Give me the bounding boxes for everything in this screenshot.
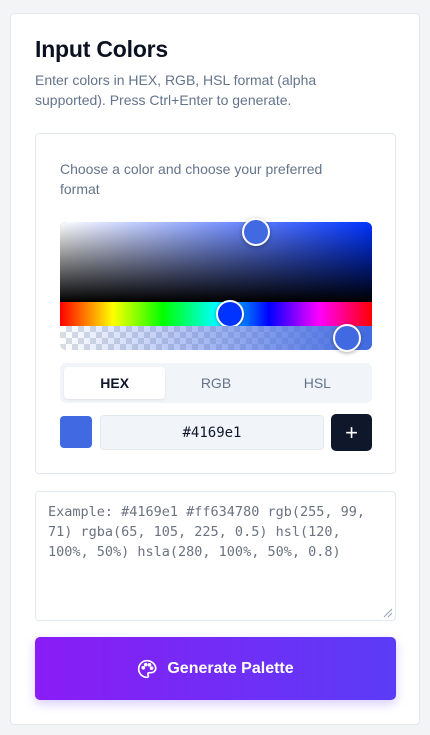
hue-handle[interactable] xyxy=(216,300,244,328)
picker-description: Choose a color and choose your preferred… xyxy=(60,161,323,197)
tab-hsl[interactable]: HSL xyxy=(267,367,368,399)
saturation-area[interactable] xyxy=(60,222,372,302)
add-color-button[interactable]: + xyxy=(331,414,372,451)
alpha-slider[interactable] xyxy=(60,326,372,350)
input-colors-card: Input Colors Enter colors in HEX, RGB, H… xyxy=(10,13,420,725)
page-subtitle: Enter colors in HEX, RGB, HSL format (al… xyxy=(35,72,317,108)
generate-label: Generate Palette xyxy=(167,659,294,677)
plus-icon: + xyxy=(345,419,358,445)
resize-grip-icon[interactable] xyxy=(383,608,393,618)
alpha-handle[interactable] xyxy=(333,324,361,352)
hex-input[interactable] xyxy=(100,415,324,450)
page-title: Input Colors xyxy=(35,36,169,62)
color-picker-panel: Choose a color and choose your preferred… xyxy=(35,133,396,474)
tab-hex[interactable]: HEX xyxy=(64,367,166,399)
saturation-handle[interactable] xyxy=(242,218,270,246)
colors-textarea[interactable] xyxy=(35,491,396,621)
generate-palette-button[interactable]: Generate Palette xyxy=(35,637,396,700)
palette-icon xyxy=(138,659,157,678)
format-tabs: HEX RGB HSL xyxy=(60,363,372,403)
tab-rgb[interactable]: RGB xyxy=(165,367,266,399)
color-swatch xyxy=(60,416,92,448)
